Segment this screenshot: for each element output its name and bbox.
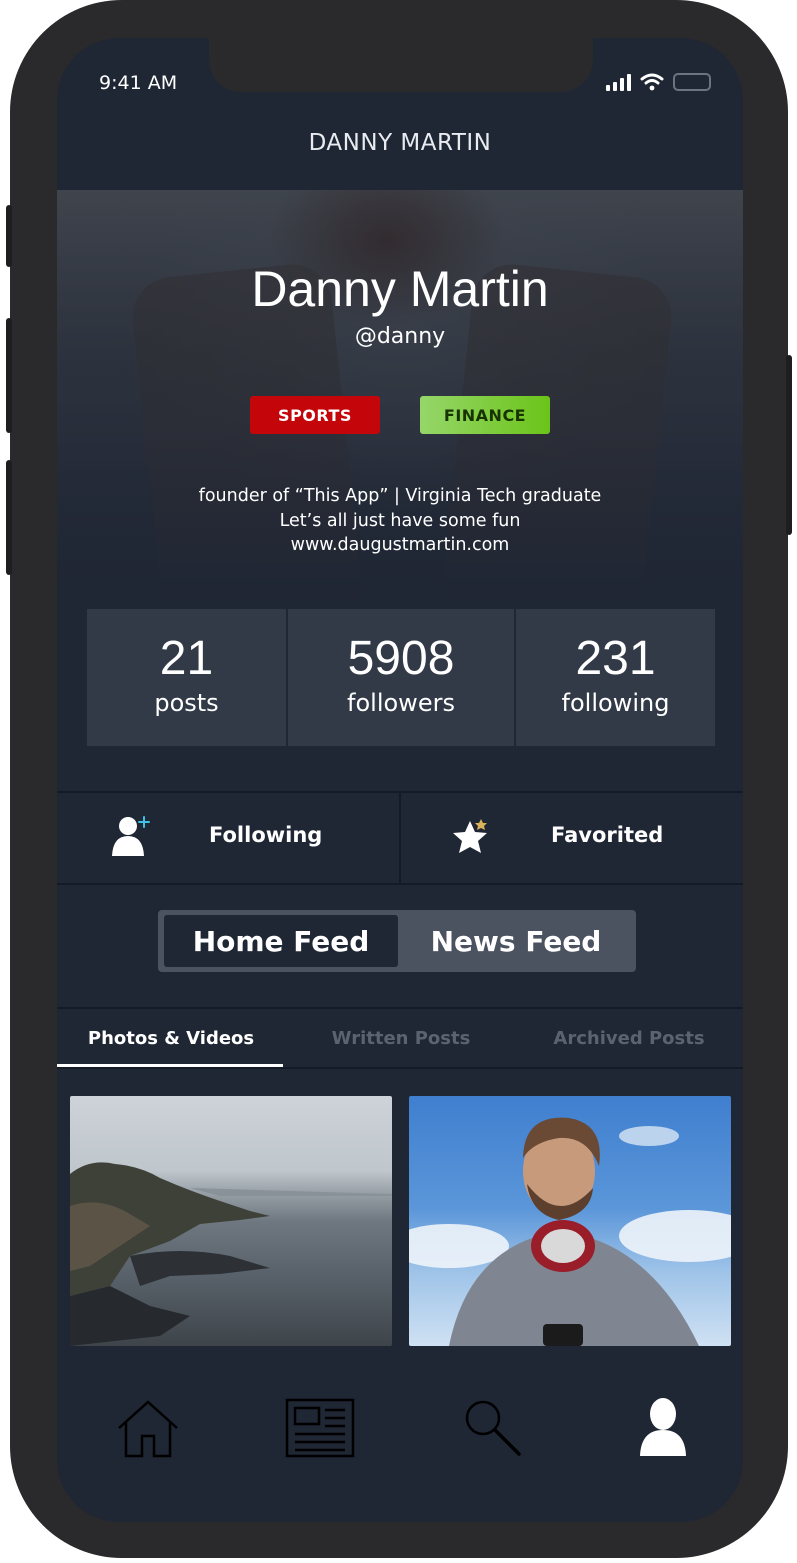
news-feed-toggle[interactable]: News Feed: [402, 915, 630, 967]
add-user-icon: [112, 816, 150, 856]
mute-switch: [6, 205, 12, 267]
bio-link[interactable]: www.daugustmartin.com: [57, 533, 743, 558]
search-icon[interactable]: [461, 1396, 525, 1460]
stat-value: 21: [159, 632, 214, 685]
following-button[interactable]: Following: [57, 793, 399, 883]
app-screen: 9:41 AM DANNY MARTIN Danny Martin @danny…: [57, 38, 743, 1522]
home-feed-toggle[interactable]: Home Feed: [164, 915, 398, 967]
coastline-photo: [70, 1162, 392, 1346]
stat-posts[interactable]: 21 posts: [87, 609, 286, 746]
profile-actions: Following Favorited: [57, 791, 743, 885]
stat-label: followers: [347, 689, 455, 717]
status-icons: [606, 70, 711, 94]
status-time: 9:41 AM: [99, 72, 178, 94]
stat-following[interactable]: 231 following: [516, 609, 715, 746]
stat-label: following: [561, 689, 670, 717]
tag-sports[interactable]: SPORTS: [250, 396, 380, 434]
profile-handle: @danny: [354, 324, 446, 349]
bio-line: founder of “This App” | Virginia Tech gr…: [198, 486, 602, 506]
photo-thumbnail[interactable]: [70, 1096, 392, 1346]
star-icon: [453, 819, 487, 853]
home-icon[interactable]: [113, 1396, 183, 1460]
profile-bio: founder of “This App” | Virginia Tech gr…: [57, 484, 743, 558]
photo-thumbnail[interactable]: [409, 1096, 731, 1346]
tab-photos-videos[interactable]: Photos & Videos: [57, 1009, 285, 1067]
feed-toggle: Home Feed News Feed: [158, 910, 636, 972]
bottom-tab-bar: [57, 1346, 743, 1522]
active-tab-indicator: [57, 1064, 283, 1067]
portrait-photo: [409, 1117, 731, 1346]
stat-label: posts: [154, 689, 219, 717]
profile-name: Danny Martin: [251, 261, 549, 317]
device-notch: [209, 38, 593, 92]
tab-written-posts[interactable]: Written Posts: [287, 1009, 515, 1067]
battery-icon: [673, 73, 711, 91]
tag-finance[interactable]: FINANCE: [420, 396, 550, 434]
stat-followers[interactable]: 5908 followers: [288, 609, 514, 746]
favorited-button[interactable]: Favorited: [399, 793, 743, 883]
content-tabs: Photos & Videos Written Posts Archived P…: [57, 1007, 743, 1069]
power-button: [786, 355, 792, 535]
page-title: DANNY MARTIN: [308, 130, 492, 156]
following-label: Following: [209, 823, 323, 847]
news-icon[interactable]: [285, 1396, 355, 1460]
favorited-label: Favorited: [551, 823, 664, 847]
volume-up-button: [6, 318, 12, 433]
profile-stats: 21 posts 5908 followers 231 following: [87, 609, 715, 746]
tab-archived-posts[interactable]: Archived Posts: [515, 1009, 743, 1067]
profile-icon[interactable]: [637, 1396, 689, 1460]
bio-line: Let’s all just have some fun: [279, 510, 521, 531]
stat-value: 231: [575, 632, 656, 685]
stat-value: 5908: [347, 632, 455, 685]
wifi-icon: [640, 73, 664, 91]
signal-icon: [606, 73, 631, 91]
volume-down-button: [6, 460, 12, 575]
